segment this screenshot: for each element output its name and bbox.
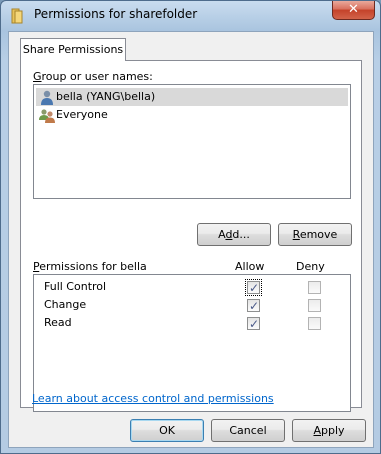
- help-link[interactable]: Learn about access control and permissio…: [32, 392, 274, 405]
- group-icon: [39, 109, 55, 123]
- list-item-label: Everyone: [56, 108, 108, 121]
- remove-button[interactable]: Remove: [278, 223, 352, 246]
- close-button[interactable]: ✕: [332, 1, 375, 20]
- permission-name: Read: [44, 316, 72, 329]
- list-item-label: bella (YANG\bella): [56, 90, 156, 103]
- folder-icon: [11, 8, 23, 24]
- allow-checkbox[interactable]: [245, 279, 262, 297]
- deny-checkbox[interactable]: [308, 299, 321, 312]
- deny-checkbox[interactable]: [308, 281, 321, 294]
- group-list-label: Group or user names:: [33, 70, 153, 83]
- permissions-label: Permissions for bella: [33, 260, 147, 273]
- list-item[interactable]: bella (YANG\bella): [36, 88, 348, 106]
- allow-checkbox[interactable]: [247, 315, 260, 333]
- group-user-list[interactable]: bella (YANG\bella) Everyone: [33, 84, 351, 199]
- user-icon: [41, 90, 53, 105]
- title-bar[interactable]: Permissions for sharefolder ✕: [1, 1, 380, 31]
- tab-page: Group or user names: bella (YANG\bella): [20, 60, 362, 412]
- tab-share-permissions[interactable]: Share Permissions: [20, 38, 126, 61]
- window-title: Permissions for sharefolder: [34, 7, 198, 21]
- permission-row: Change: [44, 296, 344, 315]
- allow-column-header: Allow: [235, 260, 265, 273]
- deny-column-header: Deny: [296, 260, 325, 273]
- permission-row: Full Control: [44, 278, 344, 297]
- permissions-dialog: Permissions for sharefolder ✕ Share Perm…: [0, 0, 381, 454]
- deny-checkbox[interactable]: [308, 317, 321, 330]
- permission-row: Read: [44, 314, 344, 333]
- ok-button[interactable]: OK: [130, 419, 204, 442]
- permission-name: Full Control: [44, 280, 107, 293]
- cancel-button[interactable]: Cancel: [211, 419, 285, 442]
- apply-button[interactable]: Apply: [292, 419, 366, 442]
- list-item[interactable]: Everyone: [36, 106, 348, 124]
- allow-checkbox[interactable]: [247, 297, 260, 315]
- add-button[interactable]: Add...: [197, 223, 271, 246]
- close-icon: ✕: [348, 2, 359, 17]
- dialog-client-area: Share Permissions Group or user names: b…: [8, 31, 374, 448]
- permission-name: Change: [44, 298, 87, 311]
